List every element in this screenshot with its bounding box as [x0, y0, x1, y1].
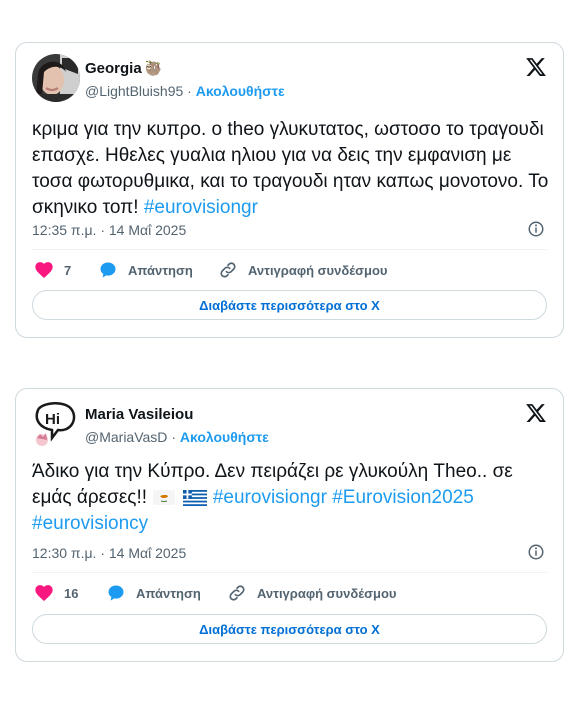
like-button[interactable]: 16 [34, 581, 78, 605]
hashtag-link[interactable]: #eurovisioncy [32, 513, 148, 534]
tweet-header: Georgia 🦥 @LightBluish95 · Ακολουθήστε [32, 54, 547, 104]
author-handle[interactable]: @LightBluish95 [85, 83, 183, 99]
follow-button[interactable]: Ακολουθήστε [180, 429, 269, 445]
tweet-card-1: Georgia 🦥 @LightBluish95 · Ακολουθήστε κρ… [15, 42, 564, 338]
handle-line: @MariaVasD · Ακολουθήστε [85, 429, 269, 445]
timestamp[interactable]: 12:30 π.μ. · 14 Μαΐ 2025 [32, 545, 186, 561]
hashtag-link[interactable]: #eurovisiongr [213, 487, 327, 508]
separator: · [187, 83, 192, 99]
copy-link-button[interactable]: Αντιγραφή συνδέσμου [218, 258, 387, 282]
tweet-actions: 7 Απάντηση Αντιγραφή συνδέσμου [34, 258, 547, 282]
avatar[interactable] [32, 54, 80, 102]
hashtag-link[interactable]: #Eurovision2025 [332, 487, 474, 508]
like-count: 7 [64, 262, 72, 278]
separator: · [171, 429, 176, 445]
link-icon [220, 262, 236, 278]
reply-label: Απάντηση [128, 262, 193, 278]
like-button[interactable]: 7 [34, 258, 71, 282]
avatar-hi-text: Hi [45, 411, 60, 428]
avatar[interactable]: Hi [32, 400, 80, 448]
x-logo-icon[interactable] [525, 402, 547, 424]
x-logo-icon[interactable] [525, 56, 547, 78]
author-handle[interactable]: @MariaVasD [85, 429, 167, 445]
heart-icon [35, 262, 53, 278]
link-icon [229, 585, 245, 601]
reply-button[interactable]: Απάντηση [98, 258, 193, 282]
handle-line: @LightBluish95 · Ακολουθήστε [85, 83, 285, 99]
read-more-button[interactable]: Διαβάστε περισσότερα στο X [32, 290, 547, 320]
copy-link-label: Αντιγραφή συνδέσμου [257, 585, 397, 601]
reply-button[interactable]: Απάντηση [106, 581, 201, 605]
copy-link-button[interactable]: Αντιγραφή συνδέσμου [227, 581, 396, 605]
greece-flag-icon [182, 489, 207, 506]
divider [32, 572, 547, 573]
heart-icon [35, 585, 53, 601]
tweet-body: κριμα για την κυπρο. ο theo γλυκυτατος, … [32, 119, 549, 218]
hashtag-link[interactable]: #eurovisiongr [144, 197, 258, 218]
tweet-header: Hi Maria Vasileiou @MariaVasD · Ακολουθή… [32, 400, 547, 450]
reply-bubble-icon [100, 262, 116, 278]
tweet-text: κριμα για την κυπρο. ο theo γλυκυτατος, … [32, 117, 549, 221]
reply-label: Απάντηση [136, 585, 201, 601]
author-name-line[interactable]: Maria Vasileiou [85, 406, 193, 423]
sloth-emoji: 🦥 [144, 60, 163, 76]
tweet-text: Άδικο για την Κύπρο. Δεν πειράζει ρε γλυ… [32, 459, 549, 537]
info-icon[interactable] [527, 220, 545, 238]
reply-bubble-icon [108, 585, 124, 601]
read-more-button[interactable]: Διαβάστε περισσότερα στο X [32, 614, 547, 644]
tweet-card-2: Hi Maria Vasileiou @MariaVasD · Ακολουθή… [15, 388, 564, 662]
divider [32, 249, 547, 250]
timestamp[interactable]: 12:35 π.μ. · 14 Μαΐ 2025 [32, 222, 186, 238]
follow-button[interactable]: Ακολουθήστε [196, 83, 285, 99]
like-count: 16 [64, 585, 79, 601]
author-name-line[interactable]: Georgia 🦥 [85, 60, 162, 77]
author-name[interactable]: Georgia [85, 60, 142, 77]
copy-link-label: Αντιγραφή συνδέσμου [248, 262, 388, 278]
info-icon[interactable] [527, 543, 545, 561]
cyprus-flag-icon [153, 490, 176, 506]
tweet-actions: 16 Απάντηση Αντιγραφή συνδέσμου [34, 581, 547, 605]
author-name[interactable]: Maria Vasileiou [85, 406, 193, 423]
